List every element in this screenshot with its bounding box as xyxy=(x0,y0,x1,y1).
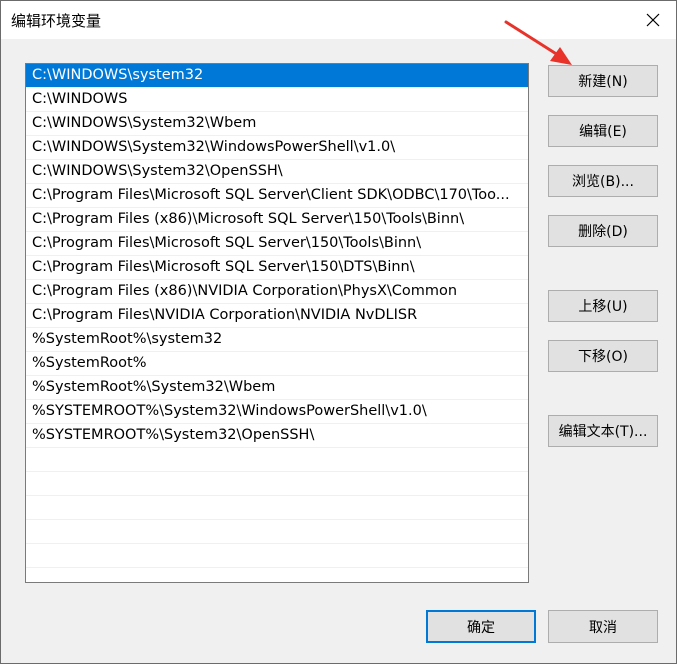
empty-list-row xyxy=(26,448,528,472)
cancel-button[interactable]: 取消 xyxy=(548,610,658,643)
new-button[interactable]: 新建(N) xyxy=(548,65,658,97)
empty-list-row xyxy=(26,568,528,582)
path-list[interactable]: C:\WINDOWS\system32 C:\WINDOWS C:\WINDOWS\… xyxy=(25,63,529,583)
path-list-item[interactable]: C:\WINDOWS\System32\Wbem xyxy=(26,112,528,136)
dialog-title: 编辑环境变量 xyxy=(11,12,102,30)
empty-list-row xyxy=(26,544,528,568)
path-list-item[interactable]: C:\Program Files\Microsoft SQL Server\15… xyxy=(26,256,528,280)
path-list-item[interactable]: C:\Program Files\Microsoft SQL Server\15… xyxy=(26,232,528,256)
edit-env-variable-dialog: 编辑环境变量 C:\WINDOWS\system32 C:\WINDOWS C:\W… xyxy=(0,0,677,664)
move-up-button[interactable]: 上移(U) xyxy=(548,290,658,322)
path-list-item[interactable]: %SYSTEMROOT%\System32\WindowsPowerShell\… xyxy=(26,400,528,424)
path-list-item[interactable]: C:\WINDOWS\System32\WindowsPowerShell\v1… xyxy=(26,136,528,160)
delete-button[interactable]: 删除(D) xyxy=(548,215,658,247)
path-list-item[interactable]: %SYSTEMROOT%\System32\OpenSSH\ xyxy=(26,424,528,448)
path-list-item[interactable]: C:\WINDOWS xyxy=(26,88,528,112)
path-list-item[interactable]: C:\WINDOWS\System32\OpenSSH\ xyxy=(26,160,528,184)
path-list-item[interactable]: %SystemRoot%\System32\Wbem xyxy=(26,376,528,400)
move-down-button[interactable]: 下移(O) xyxy=(548,340,658,372)
path-list-item[interactable]: %SystemRoot% xyxy=(26,352,528,376)
edit-text-button[interactable]: 编辑文本(T)... xyxy=(548,415,658,447)
path-list-item[interactable]: C:\Program Files (x86)\NVIDIA Corporatio… xyxy=(26,280,528,304)
title-bar: 编辑环境变量 xyxy=(1,1,676,39)
empty-list-row xyxy=(26,472,528,496)
empty-list-row xyxy=(26,496,528,520)
path-list-item[interactable]: C:\Program Files\NVIDIA Corporation\NVID… xyxy=(26,304,528,328)
close-button[interactable] xyxy=(630,1,676,39)
path-list-item[interactable]: %SystemRoot%\system32 xyxy=(26,328,528,352)
close-icon xyxy=(646,13,660,27)
ok-button[interactable]: 确定 xyxy=(426,610,536,643)
path-list-item[interactable]: C:\WINDOWS\system32 xyxy=(26,64,528,88)
path-list-item[interactable]: C:\Program Files (x86)\Microsoft SQL Ser… xyxy=(26,208,528,232)
edit-button[interactable]: 编辑(E) xyxy=(548,115,658,147)
empty-list-row xyxy=(26,520,528,544)
browse-button[interactable]: 浏览(B)... xyxy=(548,165,658,197)
path-list-item[interactable]: C:\Program Files\Microsoft SQL Server\Cl… xyxy=(26,184,528,208)
